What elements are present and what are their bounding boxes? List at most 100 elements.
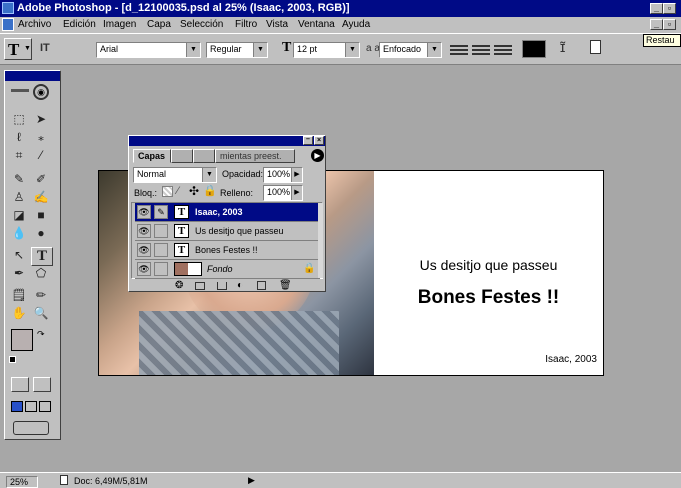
menu-edicion[interactable]: Edición (63, 19, 96, 30)
minimize-button[interactable]: _ (650, 3, 663, 14)
menu-imagen[interactable]: Imagen (103, 19, 136, 30)
warp-text-icon[interactable]: ɪ̃ (560, 39, 565, 56)
quick-mask-button[interactable] (33, 377, 51, 392)
blend-mode-select[interactable]: Normal ▼ (133, 167, 217, 183)
layer-row-isaac[interactable]: 👁 ✎ T Isaac, 2003 (135, 203, 320, 222)
screen-mode-full-icon[interactable] (39, 401, 51, 412)
menu-capa[interactable]: Capa (147, 19, 171, 30)
document-icon[interactable] (2, 18, 14, 31)
layer-row-us-desitjo[interactable]: 👁 T Us desitjo que passeu (135, 222, 320, 241)
status-bar: 25% Doc: 6,49M/5,81M ▶ (0, 472, 681, 488)
visibility-eye-icon[interactable]: 👁 (137, 262, 151, 276)
tool-preset-picker[interactable]: T ▼ (4, 38, 32, 60)
tab-herramientas-preestablecidas[interactable]: mientas preest. (215, 149, 295, 163)
opacity-field[interactable]: 100% ▶ (263, 167, 303, 183)
type-tool-icon[interactable]: T (31, 247, 53, 266)
palette-menu-icon[interactable]: ▶ (311, 149, 324, 162)
menu-vista[interactable]: Vista (266, 19, 288, 30)
pen-tool-icon[interactable]: ✒ (9, 265, 29, 282)
move-tool-icon[interactable]: ➤ (31, 111, 51, 128)
palette-minimize-button[interactable]: – (303, 136, 313, 145)
status-menu-arrow-icon[interactable]: ▶ (248, 475, 255, 486)
new-layer-icon[interactable] (257, 281, 266, 290)
text-orientation-icon[interactable]: IT (40, 42, 50, 54)
lasso-tool-icon[interactable]: ℓ (9, 129, 29, 146)
photoshop-feather-icon[interactable]: ◉ (7, 83, 58, 107)
visibility-eye-icon[interactable]: 👁 (137, 243, 151, 257)
antialias-select[interactable]: Enfocado ▼ (379, 42, 442, 58)
align-right-icon[interactable] (494, 43, 512, 55)
brush-tool-icon[interactable]: ✐ (31, 171, 51, 188)
zoom-field[interactable]: 25% (6, 476, 38, 488)
swap-colors-icon[interactable]: ↷ (37, 329, 45, 340)
align-left-icon[interactable] (450, 43, 468, 55)
doc-restore-button[interactable]: ▫ (663, 19, 676, 30)
history-brush-icon[interactable]: ✍ (31, 189, 51, 206)
notes-tool-icon[interactable]: 🗒 (9, 287, 29, 304)
shape-tool-icon[interactable]: ⬠ (31, 265, 51, 282)
text-layer-icon: T (174, 224, 189, 238)
healing-brush-icon[interactable]: ✎ (9, 171, 29, 188)
toolbox-palette: ◉ ⬚ ➤ ℓ ⁎ ⌗ ⁄ ✎ ✐ ♙ ✍ ◪ ■ 💧 ● ↖ T ✒ ⬠ 🗒 … (4, 70, 61, 440)
visibility-eye-icon[interactable]: 👁 (137, 224, 151, 238)
link-toggle[interactable] (154, 262, 168, 276)
visibility-eye-icon[interactable]: 👁 (137, 205, 151, 219)
magic-wand-icon[interactable]: ⁎ (31, 129, 51, 146)
crop-tool-icon[interactable]: ⌗ (9, 147, 29, 164)
maximize-button[interactable]: ▫ (663, 3, 676, 14)
link-toggle[interactable] (154, 243, 168, 257)
path-selection-icon[interactable]: ↖ (9, 247, 29, 264)
menu-archivo[interactable]: Archivo (18, 19, 51, 30)
marquee-tool-icon[interactable]: ⬚ (9, 111, 29, 128)
blur-tool-icon[interactable]: 💧 (9, 225, 29, 242)
layer-mask-icon[interactable] (195, 282, 205, 290)
fill-field[interactable]: 100% ▶ (263, 185, 303, 201)
menu-seleccion[interactable]: Selección (180, 19, 223, 30)
jump-to-imageready-icon[interactable] (13, 421, 49, 435)
lock-position-icon[interactable]: ✣ (189, 184, 199, 198)
font-size-select[interactable]: 12 pt ▼ (293, 42, 360, 58)
doc-minimize-button[interactable]: _ (650, 19, 663, 30)
palette-title-bar[interactable]: – × (129, 136, 325, 146)
photoshop-app-icon[interactable] (2, 2, 14, 14)
default-colors-icon[interactable] (9, 356, 16, 363)
foreground-color-swatch[interactable] (11, 329, 33, 351)
layer-row-bones-festes[interactable]: 👁 T Bones Festes !! (135, 241, 320, 260)
trash-icon[interactable]: 🗑 (279, 280, 292, 291)
text-color-swatch[interactable] (522, 40, 546, 58)
layer-row-fondo[interactable]: 👁 Fondo 🔒 (135, 260, 320, 279)
tab-canales[interactable] (171, 149, 193, 163)
antialias-icon: a a (366, 43, 380, 54)
layers-scrollbar[interactable] (318, 203, 323, 278)
slice-tool-icon[interactable]: ⁄ (31, 147, 51, 164)
screen-mode-standard-icon[interactable] (11, 401, 23, 412)
eyedropper-icon[interactable]: ✏ (31, 287, 51, 304)
brush-edit-icon[interactable]: ✎ (154, 205, 168, 219)
align-center-icon[interactable] (472, 43, 490, 55)
layer-style-icon[interactable]: ❂ (175, 280, 183, 291)
link-toggle[interactable] (154, 224, 168, 238)
tab-trazados[interactable] (193, 149, 215, 163)
standard-mode-button[interactable] (11, 377, 29, 392)
gradient-tool-icon[interactable]: ■ (31, 207, 51, 224)
toolbox-title-bar[interactable] (5, 71, 60, 81)
font-style-select[interactable]: Regular ▼ (206, 42, 268, 58)
eraser-tool-icon[interactable]: ◪ (9, 207, 29, 224)
lock-image-icon[interactable]: ⁄ (177, 185, 179, 197)
menu-filtro[interactable]: Filtro (235, 19, 257, 30)
hand-tool-icon[interactable]: ✋ (9, 305, 29, 322)
adjustment-layer-icon[interactable]: ◐ (237, 280, 243, 291)
new-set-icon[interactable] (217, 282, 227, 290)
font-family-select[interactable]: Arial ▼ (96, 42, 201, 58)
palette-close-button[interactable]: × (314, 136, 324, 145)
menu-ayuda[interactable]: Ayuda (342, 19, 370, 30)
clone-stamp-icon[interactable]: ♙ (9, 189, 29, 206)
screen-mode-full-menu-icon[interactable] (25, 401, 37, 412)
lock-all-icon[interactable]: 🔒 (203, 184, 217, 197)
dodge-tool-icon[interactable]: ● (31, 225, 51, 242)
zoom-tool-icon[interactable]: 🔍 (31, 305, 51, 322)
lock-transparency-icon[interactable] (162, 186, 173, 197)
tab-capas[interactable]: Capas (133, 149, 171, 163)
menu-ventana[interactable]: Ventana (298, 19, 335, 30)
palettes-icon[interactable] (590, 40, 601, 54)
